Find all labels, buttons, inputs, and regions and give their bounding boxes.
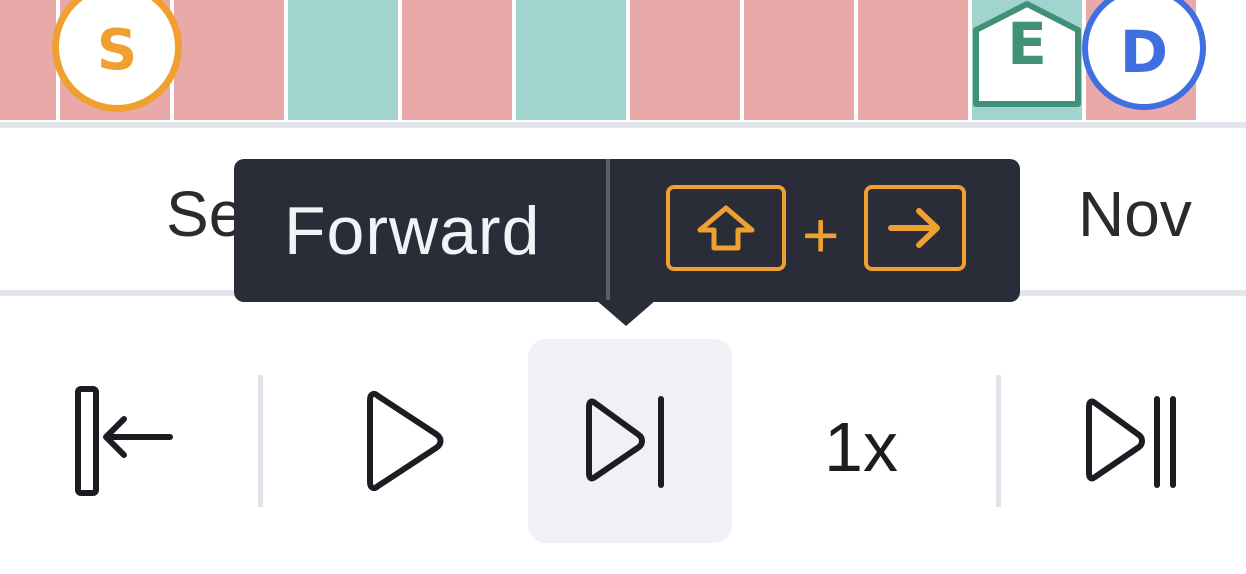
step-forward-button[interactable] bbox=[528, 339, 732, 543]
start-marker-letter: S bbox=[96, 17, 138, 83]
forward-tooltip: Forward + bbox=[234, 159, 1020, 302]
month-label-nov: Nov bbox=[1078, 178, 1192, 250]
timeline-cell[interactable] bbox=[174, 0, 284, 120]
controls-divider bbox=[996, 375, 1001, 507]
timeline-player: S E D Se Nov Forward + 1x bbox=[0, 0, 1246, 574]
end-marker[interactable]: E bbox=[968, 0, 1090, 108]
deadline-marker-letter: D bbox=[1119, 18, 1169, 86]
timeline-cell[interactable] bbox=[630, 0, 740, 120]
jump-to-start-icon bbox=[75, 386, 173, 496]
play-button[interactable] bbox=[306, 339, 506, 543]
step-forward-icon bbox=[586, 396, 664, 488]
tooltip-pointer bbox=[596, 300, 656, 326]
strip-divider bbox=[0, 122, 1246, 128]
shortcut-plus: + bbox=[802, 199, 840, 271]
controls-divider bbox=[258, 375, 263, 507]
month-label-sep: Se bbox=[166, 178, 245, 250]
tooltip-divider bbox=[606, 159, 610, 302]
shift-key bbox=[666, 185, 786, 271]
timeline-cell[interactable] bbox=[744, 0, 854, 120]
timeline-cell[interactable] bbox=[858, 0, 968, 120]
speed-button[interactable]: 1x bbox=[758, 339, 964, 543]
play-icon bbox=[367, 390, 444, 492]
jump-to-start-button[interactable] bbox=[40, 339, 210, 543]
timeline-cell[interactable] bbox=[0, 0, 56, 120]
timeline-cell[interactable] bbox=[402, 0, 512, 120]
shift-icon bbox=[697, 205, 755, 251]
jump-to-end-button[interactable] bbox=[1040, 339, 1230, 543]
jump-to-end-icon bbox=[1086, 396, 1176, 488]
end-marker-letter: E bbox=[1007, 10, 1047, 78]
arrow-right-icon bbox=[888, 208, 940, 248]
timeline-cell[interactable] bbox=[516, 0, 626, 120]
timeline-strip: S E D bbox=[0, 0, 1246, 120]
timeline-cell[interactable] bbox=[288, 0, 398, 120]
speed-label: 1x bbox=[824, 408, 898, 486]
right-arrow-key bbox=[864, 185, 966, 271]
tooltip-label: Forward bbox=[284, 193, 541, 269]
